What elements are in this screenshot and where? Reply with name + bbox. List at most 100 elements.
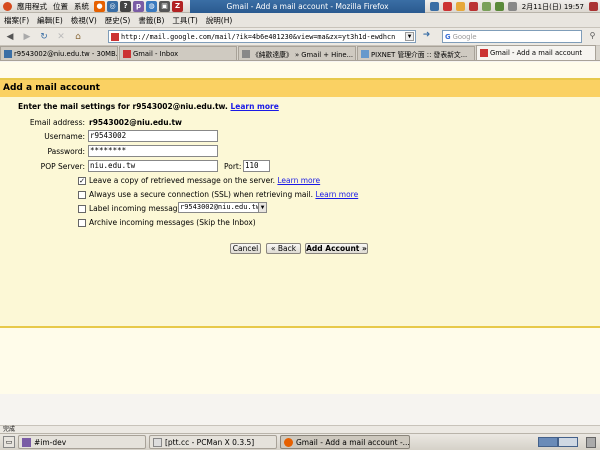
username-label: Username: xyxy=(44,132,85,141)
tab-strip: r9543002@niu.edu.tw - 30MB... Gmail - In… xyxy=(0,45,600,61)
bottom-panel: ▭ #im-dev [ptt.cc - PCMan X 0.3.5] Gmail… xyxy=(0,433,600,450)
task-im-dev[interactable]: #im-dev xyxy=(18,435,146,449)
applications-menu[interactable]: 應用程式 xyxy=(14,1,50,12)
password-field[interactable]: ******** xyxy=(88,145,218,157)
menu-view[interactable]: 檢視(V) xyxy=(67,15,101,26)
port-field[interactable]: 110 xyxy=(243,160,270,172)
ubuntu-logo-icon xyxy=(3,1,12,11)
page-content: Add a mail account Enter the mail settin… xyxy=(0,62,600,394)
home-icon[interactable]: ⌂ xyxy=(71,30,85,44)
stop-icon[interactable]: ✕ xyxy=(54,30,68,44)
menu-help[interactable]: 說明(H) xyxy=(202,15,237,26)
url-text: http://mail.google.com/mail/?ik=4b6e4012… xyxy=(121,32,396,41)
tab-pixnet[interactable]: PIXNET 管理介面 :: 發表新文... xyxy=(357,46,475,60)
tab-favicon-icon xyxy=(361,49,369,58)
learn-more-link[interactable]: Learn more xyxy=(230,102,278,111)
panel-header: Add a mail account xyxy=(0,80,600,97)
tab-gmail-inbox[interactable]: Gmail - Inbox xyxy=(119,46,237,60)
globe-launcher-icon[interactable]: ◍ xyxy=(146,0,157,12)
email-value: r9543002@niu.edu.tw xyxy=(89,118,182,127)
network-icon[interactable] xyxy=(429,2,439,11)
ssl-checkbox[interactable] xyxy=(78,191,86,199)
menu-bookmarks[interactable]: 書籤(B) xyxy=(134,15,168,26)
label-select-value: r9543002@niu.edu.tw xyxy=(180,203,261,211)
tab-label: r9543002@niu.edu.tw - 30MB... xyxy=(14,49,118,58)
workspace-2[interactable] xyxy=(558,437,578,447)
archive-checkbox[interactable] xyxy=(78,219,86,227)
alert-icon[interactable] xyxy=(468,2,478,11)
tab-label: PIXNET 管理介面 :: 發表新文... xyxy=(371,50,468,59)
system-menu[interactable]: 系統 xyxy=(71,1,92,12)
launcher-group: ● ◎? p ◍ ▣ Z xyxy=(92,0,183,12)
clipboard-icon[interactable] xyxy=(481,2,491,11)
tab-niu-mail[interactable]: r9543002@niu.edu.tw - 30MB... xyxy=(0,46,118,60)
task-label: [ptt.cc - PCMan X 0.3.5] xyxy=(165,437,255,447)
update-icon[interactable] xyxy=(442,2,452,11)
menu-history[interactable]: 歷史(S) xyxy=(101,15,135,26)
search-bar[interactable]: G Google xyxy=(442,30,582,43)
reload-icon[interactable]: ↻ xyxy=(37,30,51,44)
google-search-icon[interactable]: G xyxy=(445,33,451,41)
volume-icon[interactable] xyxy=(507,2,517,11)
username-field[interactable]: r9543002 xyxy=(88,130,218,142)
pidgin-icon xyxy=(22,437,31,447)
go-icon[interactable]: ➜ xyxy=(420,30,433,43)
cancel-button[interactable]: Cancel xyxy=(230,243,261,254)
email-label: Email address: xyxy=(29,118,85,127)
leave-copy-checkbox[interactable]: ✓ xyxy=(78,177,86,185)
battery-icon[interactable] xyxy=(494,2,504,11)
url-dropdown-icon[interactable]: ▼ xyxy=(405,32,414,41)
add-account-button[interactable]: Add Account » xyxy=(305,243,368,254)
page-title: Add a mail account xyxy=(3,83,100,93)
tab-label: 《純歡達康》 » Gmail + Hine... xyxy=(252,50,354,59)
tab-favicon-icon xyxy=(123,49,131,58)
label-select[interactable]: r9543002@niu.edu.tw ▼ xyxy=(178,202,267,213)
ssl-option: Always use a secure connection (SSL) whe… xyxy=(89,190,358,199)
task-label: Gmail - Add a mail account -... xyxy=(296,437,410,447)
navigation-toolbar: ◀ ▶ ↻ ✕ ⌂ http://mail.google.com/mail/?i… xyxy=(0,28,600,46)
leave-copy-learn-more-link[interactable]: Learn more xyxy=(277,176,320,185)
image-launcher-icon[interactable]: ▣ xyxy=(159,0,170,12)
places-menu[interactable]: 位置 xyxy=(50,1,71,12)
label-incoming-label: Label incoming messages: xyxy=(89,204,189,213)
firefox-icon xyxy=(284,437,293,447)
add-account-panel: Add a mail account Enter the mail settin… xyxy=(0,78,600,328)
ssl-label: Always use a secure connection (SSL) whe… xyxy=(89,190,314,199)
show-desktop-icon[interactable]: ▭ xyxy=(3,436,15,448)
menu-edit[interactable]: 編輯(E) xyxy=(33,15,67,26)
port-label: Port: xyxy=(224,162,242,171)
notification-icon[interactable] xyxy=(455,2,465,11)
pop-server-field[interactable]: niu.edu.tw xyxy=(88,160,218,172)
web-launcher-icon[interactable]: ◎ xyxy=(107,0,118,12)
tab-add-mail-account[interactable]: Gmail - Add a mail account xyxy=(476,45,596,60)
status-bar: 完成 xyxy=(0,425,600,433)
filezilla-launcher-icon[interactable]: Z xyxy=(172,0,183,12)
label-incoming-checkbox[interactable] xyxy=(78,205,86,213)
back-button[interactable]: « Back xyxy=(266,243,301,254)
tab-blog[interactable]: 《純歡達康》 » Gmail + Hine... xyxy=(238,46,356,60)
task-pcman[interactable]: [ptt.cc - PCMan X 0.3.5] xyxy=(149,435,277,449)
terminal-icon xyxy=(153,437,162,447)
help-launcher-icon[interactable]: ? xyxy=(120,0,131,12)
workspace-1[interactable] xyxy=(538,437,558,447)
menu-file[interactable]: 檔案(F) xyxy=(0,15,33,26)
system-tray: 2月11日(日) 19:57 xyxy=(428,0,600,13)
ssl-learn-more-link[interactable]: Learn more xyxy=(315,190,358,199)
firefox-launcher-icon[interactable]: ● xyxy=(94,0,105,12)
chevron-down-icon: ▼ xyxy=(258,203,266,212)
forward-icon[interactable]: ▶ xyxy=(20,30,34,44)
pidgin-launcher-icon[interactable]: p xyxy=(133,0,144,12)
leave-copy-option: Leave a copy of retrieved message on the… xyxy=(89,176,320,185)
clock[interactable]: 2月11日(日) 19:57 xyxy=(522,2,584,12)
trash-icon[interactable] xyxy=(586,437,596,448)
search-go-icon[interactable]: ⚲ xyxy=(587,31,598,42)
pop-server-label: POP Server: xyxy=(40,162,85,171)
back-icon[interactable]: ◀ xyxy=(3,30,17,44)
tab-label: Gmail - Inbox xyxy=(133,49,179,58)
power-icon[interactable] xyxy=(589,2,598,11)
task-label: #im-dev xyxy=(34,437,67,447)
url-bar[interactable]: http://mail.google.com/mail/?ik=4b6e4012… xyxy=(108,30,416,43)
task-firefox[interactable]: Gmail - Add a mail account -... xyxy=(280,435,410,449)
menu-tools[interactable]: 工具(T) xyxy=(168,15,201,26)
tab-favicon-icon xyxy=(4,49,12,58)
